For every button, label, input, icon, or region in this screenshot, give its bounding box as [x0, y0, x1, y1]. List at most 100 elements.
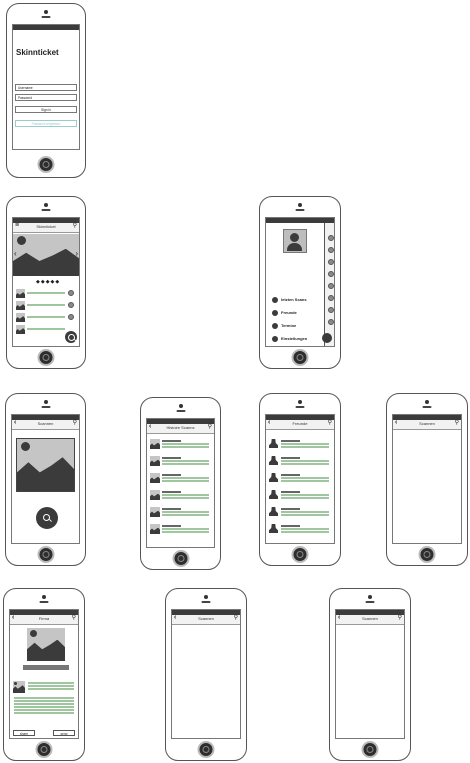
- username-field[interactable]: Username: [15, 84, 77, 91]
- action-circle-icon: [328, 247, 334, 253]
- list-item[interactable]: [150, 456, 211, 468]
- avatar[interactable]: [283, 229, 307, 253]
- home-button[interactable]: [172, 550, 189, 567]
- list-item[interactable]: [150, 490, 211, 502]
- menu-item-recent-scans[interactable]: letzten Scans: [281, 297, 307, 302]
- search-icon[interactable]: ⚲: [234, 614, 238, 621]
- search-icon[interactable]: ⚲: [328, 419, 332, 426]
- send-button[interactable]: send: [53, 730, 75, 736]
- home-screen: ≡ Skinnticket ⚲ ‹ › ◆◆◆◆◆: [12, 217, 80, 347]
- nav-title: Scannen: [419, 421, 435, 426]
- list-thumbnail: [16, 289, 25, 298]
- speaker: [295, 406, 305, 408]
- carousel-next-icon[interactable]: ›: [75, 249, 78, 258]
- menu-item-appointments[interactable]: Termine: [281, 323, 296, 328]
- search-icon: [43, 514, 50, 521]
- search-icon[interactable]: ⚲: [73, 419, 77, 426]
- menu-screen: letzten Scans Freunde Termine Einstellun…: [265, 217, 335, 347]
- action-circle-icon[interactable]: [68, 302, 74, 308]
- home-button[interactable]: [37, 349, 55, 366]
- list-item[interactable]: [16, 289, 76, 301]
- forgot-password-button[interactable]: Passwort vergessen: [15, 120, 77, 127]
- firma-phone: ‹ Firma ⚲ share send: [3, 588, 85, 761]
- nav-title: Firma: [38, 616, 50, 621]
- friend-row[interactable]: [269, 507, 331, 519]
- list-thumbnail: [150, 456, 160, 466]
- company-name-bar: [23, 665, 69, 670]
- carousel-prev-icon[interactable]: ‹: [14, 249, 17, 258]
- mountain-shape: [27, 639, 65, 661]
- scan-screen: ‹ Scannen ⚲: [11, 414, 80, 544]
- carousel-dots[interactable]: ◆◆◆◆◆: [36, 279, 60, 285]
- share-button[interactable]: share: [13, 730, 35, 736]
- blank-phone-3: ‹ Scannen ⚲: [329, 588, 411, 761]
- list-thumbnail: [16, 325, 25, 334]
- nav-bar: ≡ Skinnticket ⚲: [13, 222, 79, 233]
- home-button[interactable]: [37, 546, 54, 563]
- camera: [44, 203, 48, 207]
- recent-scans-icon: [272, 297, 278, 303]
- menu-item-settings[interactable]: Einstellungen: [281, 336, 307, 341]
- camera: [298, 400, 302, 404]
- home-button[interactable]: [418, 546, 436, 563]
- history-phone: ‹ Histoire Scanns ⚲: [140, 397, 221, 570]
- scan-fab-button[interactable]: [65, 331, 77, 343]
- list-item[interactable]: [150, 507, 211, 519]
- nav-title: Skinnticket: [36, 224, 56, 229]
- list-line: [27, 304, 65, 306]
- person-icon: [269, 473, 278, 482]
- password-field[interactable]: Password: [15, 94, 77, 101]
- blank-phone-2: ‹ Scannen ⚲: [165, 588, 247, 761]
- list-item[interactable]: [16, 313, 76, 325]
- list-thumbnail: [150, 439, 160, 449]
- blank-screen: ‹ Scannen ⚲: [392, 414, 462, 544]
- list-item[interactable]: [150, 524, 211, 536]
- search-icon[interactable]: ⚲: [208, 423, 212, 430]
- friend-row[interactable]: [269, 524, 331, 536]
- list-item[interactable]: [16, 301, 76, 313]
- home-button[interactable]: [197, 741, 215, 758]
- friend-row[interactable]: [269, 473, 331, 485]
- speaker: [201, 601, 211, 603]
- action-circle-icon: [328, 295, 334, 301]
- home-button[interactable]: [37, 156, 55, 173]
- home-button[interactable]: [361, 741, 379, 758]
- search-icon[interactable]: ⚲: [455, 419, 459, 426]
- scan-fab-button[interactable]: [322, 333, 332, 343]
- action-circle-icon: [328, 235, 334, 241]
- home-phone: ≡ Skinnticket ⚲ ‹ › ◆◆◆◆◆: [6, 196, 86, 369]
- scan-button[interactable]: [36, 507, 58, 529]
- home-button[interactable]: [291, 349, 309, 366]
- menu-item-friends[interactable]: Freunde: [281, 310, 297, 315]
- speaker: [422, 406, 432, 408]
- friend-row[interactable]: [269, 456, 331, 468]
- friend-row[interactable]: [269, 490, 331, 502]
- camera: [44, 10, 48, 14]
- nav-title: Scannen: [362, 616, 378, 621]
- home-button[interactable]: [35, 741, 53, 758]
- camera: [425, 400, 429, 404]
- search-icon[interactable]: ⚲: [72, 614, 76, 621]
- list-item[interactable]: [150, 473, 211, 485]
- description-lines-full: [14, 696, 74, 715]
- friend-row[interactable]: [269, 439, 331, 451]
- nav-title: Histoire Scanns: [166, 425, 195, 430]
- speaker: [41, 209, 51, 211]
- action-circle-icon: [328, 319, 334, 325]
- action-circle-icon[interactable]: [68, 314, 74, 320]
- action-circle-icon[interactable]: [68, 290, 74, 296]
- list-thumbnail: [150, 507, 160, 517]
- search-icon[interactable]: ⚲: [73, 222, 77, 229]
- list-item[interactable]: [150, 439, 211, 451]
- camera: [298, 203, 302, 207]
- sun-shape: [30, 630, 37, 637]
- search-icon: [68, 334, 75, 341]
- mountain-shape: [17, 457, 74, 491]
- home-button[interactable]: [291, 546, 309, 563]
- speaker: [176, 410, 185, 412]
- blank-screen: ‹ Scannen ⚲: [171, 609, 241, 739]
- sign-in-button[interactable]: Sign in: [15, 106, 77, 113]
- list-thumbnail: [150, 524, 160, 534]
- search-icon[interactable]: ⚲: [398, 614, 402, 621]
- camera: [368, 595, 372, 599]
